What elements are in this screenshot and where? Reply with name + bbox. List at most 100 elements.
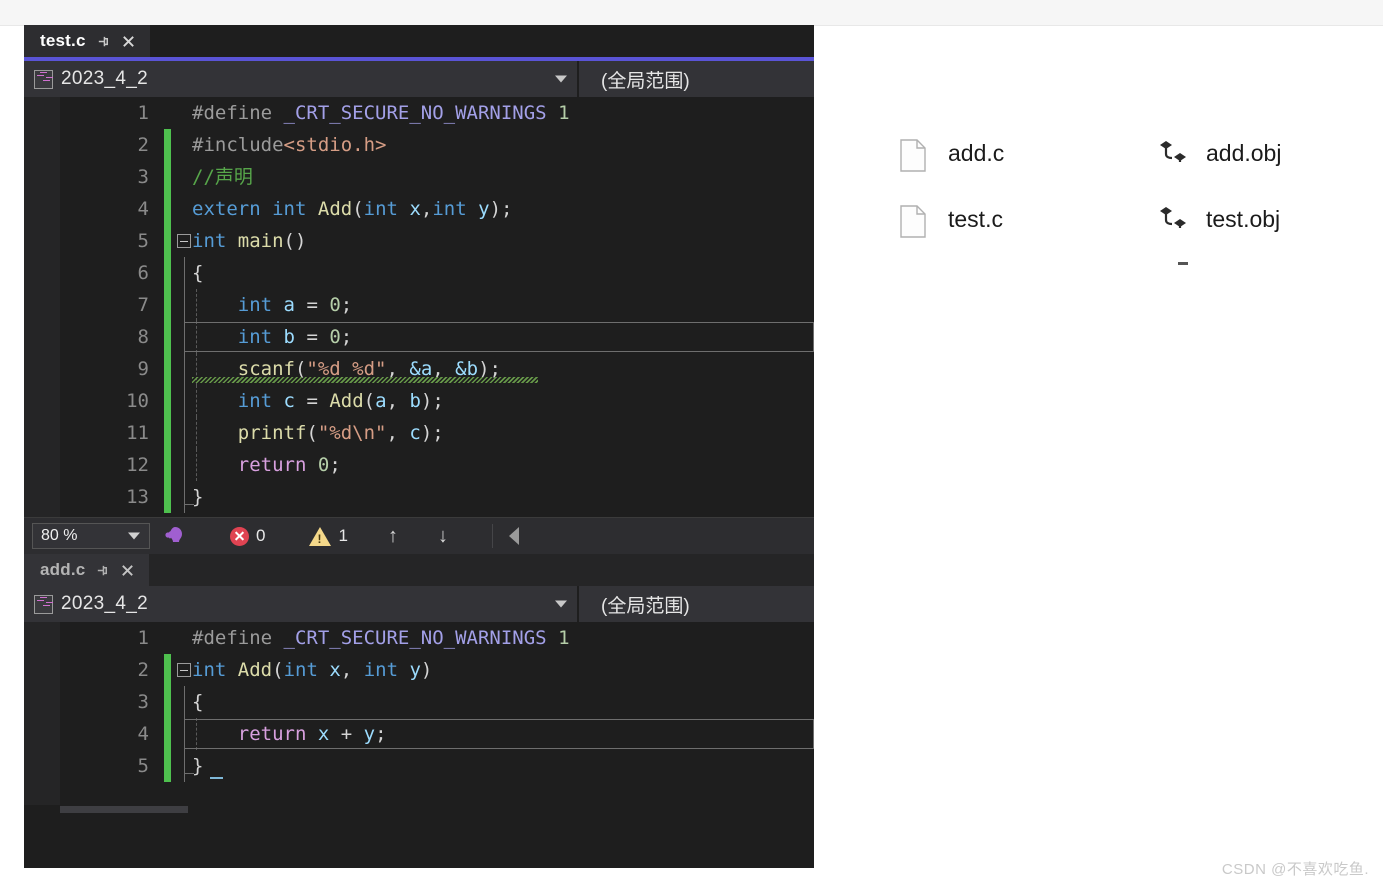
line-number: 4 (137, 723, 149, 745)
stray-dash-mark (1178, 262, 1188, 265)
arrow-down-icon[interactable]: ↓ (438, 525, 448, 548)
change-indicator-bar (164, 193, 171, 225)
line-number: 7 (137, 294, 149, 316)
code-line[interactable]: 9 scanf("%d %d", &a, &b); (24, 353, 814, 385)
code-line[interactable]: 1 #define _CRT_SECURE_NO_WARNINGS 1 (24, 97, 814, 129)
object-file-column: add.obj test.obj (1158, 120, 1281, 252)
close-icon[interactable] (120, 563, 135, 578)
code-text: #include<stdio.h> (192, 134, 387, 156)
file-list-item[interactable]: add.obj (1158, 120, 1281, 186)
code-line[interactable]: 5 int main() (24, 225, 814, 257)
csdn-watermark: CSDN @不喜欢吃鱼. (1221, 861, 1369, 878)
tab-add-c[interactable]: add.c (24, 554, 150, 586)
close-icon[interactable] (121, 34, 136, 49)
chevron-down-icon[interactable] (555, 600, 567, 608)
code-lines-top: 1 #define _CRT_SECURE_NO_WARNINGS 1 2 #incl… (24, 97, 814, 517)
code-line[interactable]: 8 int b = 0; (24, 321, 814, 353)
navigation-bar-bottom: 2023_4_2 (全局范围) (24, 586, 814, 622)
horizontal-scrollbar[interactable] (24, 805, 814, 814)
code-text: return 0; (237, 454, 341, 476)
scope-dropdown-top[interactable]: (全局范围) (579, 61, 814, 97)
change-indicator-bar (164, 321, 171, 353)
obj-file-icon (1158, 139, 1188, 167)
error-circle-icon (230, 526, 249, 546)
collapse-toggle-icon[interactable] (177, 663, 191, 677)
tab-test-c[interactable]: test.c (24, 25, 150, 57)
screenshot-root: test.c 2023_4_2 (全局范围) 1 #define _CRT_SE… (0, 0, 1383, 893)
code-text: } (192, 755, 204, 777)
code-text: int a = 0; (237, 294, 353, 316)
tab-row-bottom: add.c (24, 554, 814, 586)
warning-count: 1 (338, 526, 348, 545)
brace-guide (184, 289, 185, 321)
code-line[interactable]: 4 return x + y; (24, 718, 814, 750)
code-line[interactable]: 4 extern int Add(int x,int y); (24, 193, 814, 225)
status-divider (491, 524, 493, 548)
brace-guide (184, 750, 194, 782)
line-number: 2 (137, 659, 149, 681)
cpp-project-icon (34, 69, 53, 89)
line-number: 13 (126, 486, 149, 508)
zoom-level-dropdown[interactable]: 80 % (32, 523, 150, 549)
change-indicator-bar (164, 257, 171, 289)
code-line[interactable]: 2 int Add(int x, int y) (24, 654, 814, 686)
project-dropdown-bottom[interactable]: 2023_4_2 (24, 586, 579, 622)
change-indicator-bar (164, 129, 171, 161)
file-name: add.c (948, 139, 1005, 166)
change-indicator-bar (164, 353, 171, 385)
file-list-item[interactable]: add.c (900, 120, 1004, 186)
code-line[interactable]: 11 printf("%d\n", c); (24, 417, 814, 449)
error-indicator[interactable]: 0 (230, 526, 265, 546)
code-text: int b = 0; (237, 326, 353, 348)
code-text: int main() (192, 230, 307, 252)
tab-row-top: test.c (24, 25, 814, 61)
change-indicator-bar (164, 750, 171, 782)
editor-status-bar: 80 % 0 1 ↑ ↓ (24, 517, 814, 554)
code-line[interactable]: 3 //声明 (24, 161, 814, 193)
code-line[interactable]: 10 int c = Add(a, b); (24, 385, 814, 417)
code-line[interactable]: 1 #define _CRT_SECURE_NO_WARNINGS 1 (24, 622, 814, 654)
pin-icon[interactable] (95, 563, 110, 578)
chevron-left-icon[interactable] (508, 527, 519, 545)
document-icon (900, 205, 930, 238)
code-editor-add-c[interactable]: 1 #define _CRT_SECURE_NO_WARNINGS 1 2 int A… (24, 622, 814, 805)
warning-triangle-icon (309, 526, 332, 546)
code-line[interactable]: 6{ (24, 257, 814, 289)
brace-guide (184, 481, 194, 513)
wrench-bulb-icon[interactable] (162, 524, 186, 548)
project-dropdown-top[interactable]: 2023_4_2 (24, 61, 579, 97)
code-text: extern int Add(int x,int y); (192, 198, 513, 220)
change-indicator-bar (164, 225, 171, 257)
scrollbar-thumb[interactable] (60, 806, 188, 813)
visual-studio-editor-panel: test.c 2023_4_2 (全局范围) 1 #define _CRT_SE… (24, 25, 814, 868)
warning-indicator[interactable]: 1 (309, 526, 348, 546)
file-list-item[interactable]: test.obj (1158, 186, 1281, 252)
brace-guide (184, 718, 185, 750)
file-list-item[interactable]: test.c (900, 186, 1004, 252)
code-text: //声明 (192, 166, 253, 188)
code-text: int c = Add(a, b); (237, 390, 444, 412)
source-file-column: add.c test.c (900, 120, 1004, 252)
collapse-toggle-icon[interactable] (177, 234, 191, 248)
code-line[interactable]: 7 int a = 0; (24, 289, 814, 321)
change-indicator-bar (164, 417, 171, 449)
code-line[interactable]: 12 return 0; (24, 449, 814, 481)
brace-guide (184, 353, 185, 385)
code-line[interactable]: 3{ (24, 686, 814, 718)
pin-icon[interactable] (96, 34, 111, 49)
chevron-down-icon[interactable] (128, 532, 140, 540)
code-editor-test-c[interactable]: 1 #define _CRT_SECURE_NO_WARNINGS 1 2 #incl… (24, 97, 814, 517)
change-indicator-bar (164, 654, 171, 686)
code-line[interactable]: 2 #include<stdio.h> (24, 129, 814, 161)
scope-dropdown-bottom[interactable]: (全局范围) (579, 586, 814, 622)
arrow-up-icon[interactable]: ↑ (388, 525, 398, 548)
text-cursor (210, 777, 223, 779)
chevron-down-icon[interactable] (555, 75, 567, 83)
line-number: 12 (126, 454, 149, 476)
code-line[interactable]: 13} (24, 481, 814, 513)
code-text: { (192, 691, 204, 713)
code-line[interactable]: 5} (24, 750, 814, 782)
line-number: 10 (126, 390, 149, 412)
document-icon (900, 139, 930, 172)
line-number: 1 (137, 102, 149, 124)
